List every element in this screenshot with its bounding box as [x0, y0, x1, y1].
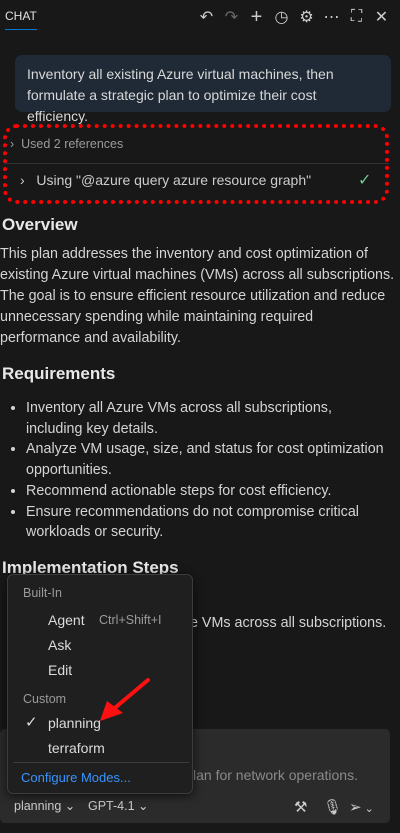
history-icon[interactable]: ◷ — [269, 6, 294, 28]
menu-item-agent[interactable]: Agent Ctrl+Shift+I — [48, 612, 188, 628]
divider — [13, 762, 189, 763]
custom-header: Custom — [23, 692, 67, 706]
annotation-highlight — [3, 124, 389, 204]
undo-icon[interactable]: ↶ — [194, 6, 219, 28]
list-item: Ensure recommendations do not compromise… — [26, 502, 386, 543]
tab-chat[interactable]: CHAT — [5, 9, 37, 30]
used-references-label: Used 2 references — [21, 137, 124, 151]
divider — [5, 163, 389, 164]
more-icon[interactable]: ⋯ — [319, 6, 344, 28]
chevron-down-icon[interactable]: ⌄ — [362, 803, 374, 815]
chevron-down-icon: ⌄ — [138, 799, 149, 813]
user-message: Inventory all existing Azure virtual mac… — [15, 55, 391, 124]
send-icon[interactable]: ➢ ⌄ — [349, 798, 374, 816]
used-references-toggle[interactable]: › Used 2 references — [10, 137, 123, 151]
plus-icon[interactable]: + — [244, 6, 269, 28]
toolbar: ↶ ↷ + ◷ ⚙ ⋯ ⛶ ✕ — [194, 6, 394, 28]
configure-modes-link[interactable]: Configure Modes... — [21, 770, 131, 785]
redo-icon[interactable]: ↷ — [219, 6, 244, 28]
chevron-right-icon: › — [10, 137, 22, 151]
mode-picker[interactable]: planning ⌄ — [14, 798, 75, 813]
mode-label: planning — [14, 799, 62, 813]
agent-shortcut: Ctrl+Shift+I — [99, 613, 162, 627]
tool-call-label: Using "@azure query azure resource graph… — [36, 172, 312, 188]
implementation-text: e VMs across all subscriptions. — [190, 615, 387, 631]
annotation-arrow — [100, 678, 150, 721]
chevron-down-icon: ⌄ — [64, 799, 76, 813]
tool-call-toggle[interactable]: › Using "@azure query azure resource gra… — [20, 172, 311, 188]
requirements-heading: Requirements — [2, 364, 116, 383]
list-item: Analyze VM usage, size, and status for c… — [26, 439, 386, 480]
tools-icon[interactable]: ⚒ — [294, 798, 307, 816]
check-icon: ✓ — [25, 714, 38, 731]
close-icon[interactable]: ✕ — [369, 6, 394, 28]
model-label: GPT-4.1 — [88, 799, 135, 813]
microphone-icon[interactable]: 🎙 — [323, 798, 342, 816]
chevron-right-icon: › — [20, 172, 37, 188]
list-item: Inventory all Azure VMs across all subsc… — [26, 398, 386, 439]
model-picker[interactable]: GPT-4.1 ⌄ — [88, 798, 149, 813]
chat-input-placeholder: lan for network operations. — [193, 767, 358, 783]
builtin-header: Built-In — [23, 586, 62, 600]
menu-item-edit[interactable]: Edit — [48, 662, 72, 678]
menu-item-ask[interactable]: Ask — [48, 637, 71, 653]
check-icon: ✓ — [358, 172, 372, 189]
requirements-list: Inventory all Azure VMs across all subsc… — [26, 398, 386, 543]
gear-icon[interactable]: ⚙ — [294, 6, 319, 28]
overview-text: This plan addresses the inventory and co… — [0, 246, 395, 346]
agent-label: Agent — [48, 612, 85, 628]
list-item: Recommend actionable steps for cost effi… — [26, 481, 386, 502]
menu-item-terraform[interactable]: terraform — [48, 740, 105, 756]
overview-heading: Overview — [2, 215, 78, 234]
maximize-icon[interactable]: ⛶ — [344, 6, 369, 28]
menu-item-planning[interactable]: planning — [48, 715, 101, 731]
